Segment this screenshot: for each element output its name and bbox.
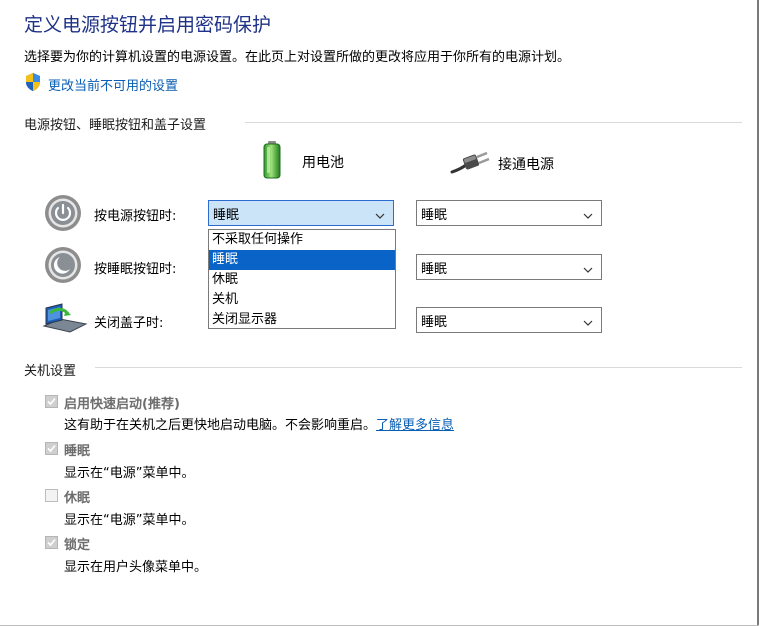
power-button-plugged-select[interactable]: 睡眠 [416, 200, 602, 226]
page-title: 定义电源按钮并启用密码保护 [24, 14, 272, 36]
plugged-column-label: 接通电源 [498, 157, 554, 173]
dropdown-option-sleep[interactable]: 睡眠 [209, 250, 395, 270]
shutdown-section-heading: 关机设置 [24, 364, 77, 379]
hibernate-menu-label: 休眠 [64, 491, 91, 506]
chevron-down-icon [583, 263, 593, 278]
select-value: 睡眠 [421, 314, 448, 330]
sleep-menu-checkbox[interactable] [45, 442, 58, 455]
sleep-menu-label: 睡眠 [64, 444, 91, 459]
change-link-label: 更改当前不可用的设置 [48, 78, 179, 94]
sleep-button-icon [44, 246, 82, 288]
page-description: 选择要为你的计算机设置的电源设置。在此页上对设置所做的更改将应用于你所有的电源计… [24, 50, 571, 65]
sleep-menu-desc: 显示在“电源”菜单中。 [64, 466, 195, 481]
power-button-icon [44, 194, 82, 236]
power-button-battery-dropdown: 不采取任何操作 睡眠 休眠 关机 关闭显示器 [208, 229, 396, 329]
power-button-battery-select[interactable]: 睡眠 [208, 200, 394, 226]
chevron-down-icon [375, 209, 385, 224]
checkmark-icon [47, 538, 56, 547]
fast-startup-checkbox[interactable] [45, 395, 58, 408]
hibernate-menu-checkbox[interactable] [45, 489, 58, 502]
battery-icon [262, 140, 282, 184]
lock-menu-checkbox[interactable] [45, 536, 58, 549]
select-value: 睡眠 [213, 207, 240, 223]
buttons-section-divider [245, 122, 742, 123]
shutdown-section-divider [95, 367, 742, 368]
hibernate-menu-desc: 显示在“电源”菜单中。 [64, 513, 195, 528]
chevron-down-icon [583, 316, 593, 331]
battery-column-label: 用电池 [302, 155, 344, 171]
fast-startup-label: 启用快速启动(推荐) [64, 397, 180, 412]
dropdown-option-shutdown[interactable]: 关机 [209, 290, 395, 310]
battery-column-header: 用电池 [262, 140, 344, 184]
lock-menu-desc: 显示在用户头像菜单中。 [64, 560, 208, 575]
checkmark-icon [47, 444, 56, 453]
lock-menu-label: 锁定 [64, 538, 91, 553]
laptop-lid-icon [40, 302, 88, 340]
dropdown-option-do-nothing[interactable]: 不采取任何操作 [209, 230, 395, 250]
dropdown-option-turn-off-display[interactable]: 关闭显示器 [209, 310, 395, 330]
fast-startup-desc-text: 这有助于在关机之后更快地启动电脑。不会影响重启。 [64, 418, 377, 433]
buttons-section-heading: 电源按钮、睡眠按钮和盖子设置 [24, 118, 207, 133]
select-value: 睡眠 [421, 207, 448, 223]
power-plug-icon [450, 150, 490, 178]
lid-close-plugged-select[interactable]: 睡眠 [416, 307, 602, 333]
sleep-button-label: 按睡眠按钮时: [94, 262, 177, 277]
select-value: 睡眠 [421, 261, 448, 277]
sleep-button-plugged-select[interactable]: 睡眠 [416, 254, 602, 280]
dropdown-option-hibernate[interactable]: 休眠 [209, 270, 395, 290]
uac-shield-icon [24, 72, 42, 96]
checkmark-icon [47, 397, 56, 406]
learn-more-link[interactable]: 了解更多信息 [376, 418, 454, 433]
change-unavailable-settings-link[interactable]: 更改当前不可用的设置 [24, 72, 179, 96]
chevron-down-icon [583, 209, 593, 224]
plugged-column-header: 接通电源 [450, 150, 554, 178]
lid-close-label: 关闭盖子时: [94, 316, 164, 331]
power-button-label: 按电源按钮时: [94, 209, 177, 224]
fast-startup-desc: 这有助于在关机之后更快地启动电脑。不会影响重启。了解更多信息 [64, 414, 454, 433]
